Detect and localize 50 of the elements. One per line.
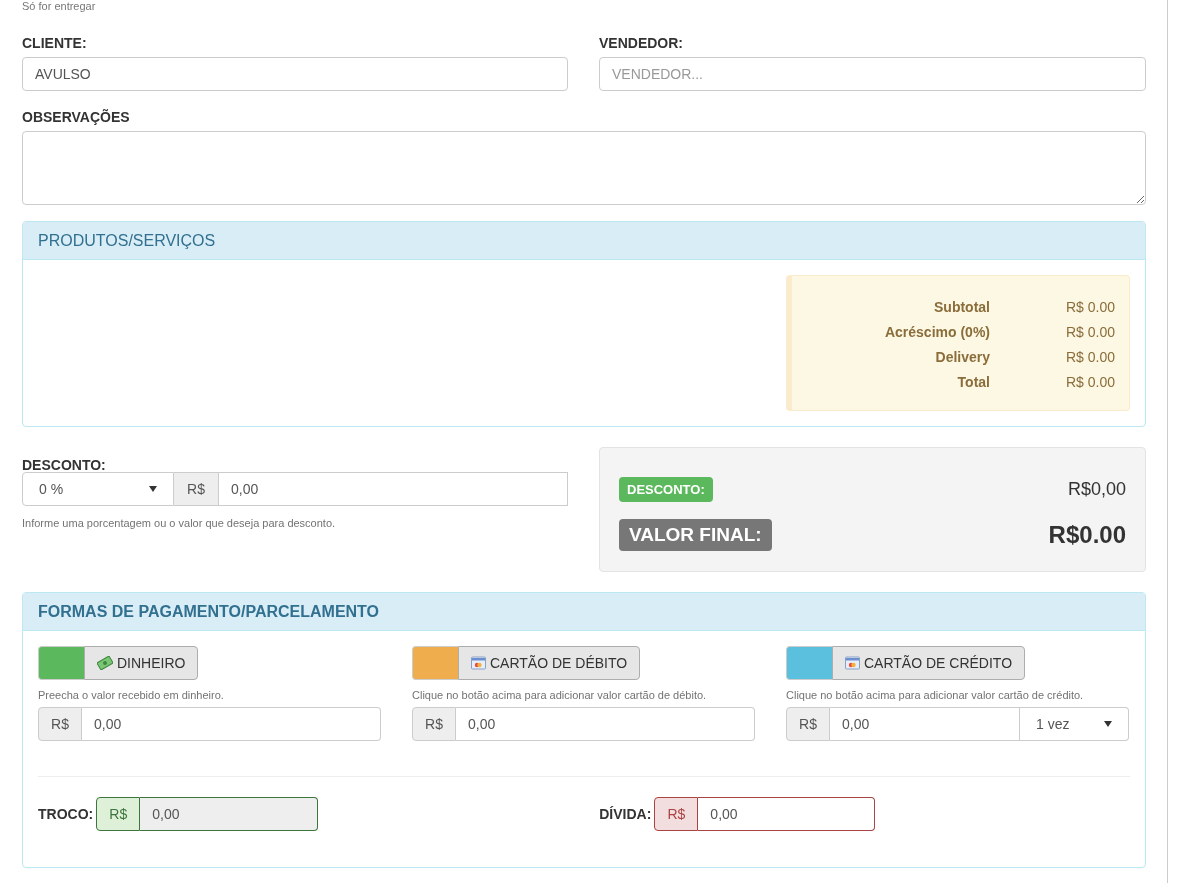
summary-value: R$ 0.00 bbox=[1065, 298, 1115, 317]
discount-amount: R$0,00 bbox=[1067, 478, 1126, 501]
currency-addon: R$ bbox=[38, 707, 82, 741]
payment-method-button[interactable]: DINHEIRO bbox=[84, 646, 199, 680]
payment-method-button[interactable]: CARTÃO DE CRÉDITO bbox=[832, 646, 1026, 680]
amount-field[interactable]: 0,00 bbox=[456, 707, 755, 741]
help-text: Preecha o valor recebido em dinheiro. bbox=[38, 688, 225, 703]
panel-title: PRODUTOS/SERVIÇOS bbox=[38, 230, 216, 251]
field-label: DESCONTO: bbox=[22, 456, 106, 472]
summary-label: Delivery bbox=[934, 348, 990, 367]
currency-addon: R$ bbox=[96, 797, 141, 831]
currency-addon: R$ bbox=[412, 707, 456, 741]
amount-field[interactable]: 0,00 bbox=[830, 707, 1020, 741]
debt-field[interactable]: 0,00 bbox=[698, 797, 876, 831]
percent-select[interactable]: 0 % bbox=[22, 472, 174, 506]
help-text: Clique no botão acima para adicionar valor cartão de débito. bbox=[412, 688, 708, 703]
currency-addon: R$ bbox=[786, 707, 830, 741]
summary-value: R$ 0.00 bbox=[1065, 348, 1115, 367]
card-icon bbox=[471, 656, 486, 670]
summary-label: Subtotal bbox=[933, 298, 990, 317]
caret-icon bbox=[149, 486, 157, 492]
delivery-note: Só for entregar bbox=[22, 0, 97, 12]
discount-field[interactable]: 0,00 bbox=[218, 472, 568, 506]
summary-value: R$ 0.00 bbox=[1065, 373, 1115, 392]
currency-addon: R$ bbox=[654, 797, 699, 831]
summary-label: Acréscimo (0%) bbox=[883, 323, 990, 342]
help-text: Informe uma porcentagem ou o valor que deseja para desconto. bbox=[22, 516, 337, 531]
currency-addon: R$ bbox=[174, 472, 218, 506]
banknote-icon bbox=[97, 656, 113, 670]
field-label: TROCO: bbox=[38, 804, 94, 824]
notes-field[interactable] bbox=[22, 131, 1146, 205]
card-icon bbox=[845, 656, 860, 670]
summary-label: Total bbox=[956, 373, 990, 392]
payment-method-button[interactable]: CARTÃO DE DÉBITO bbox=[458, 646, 641, 680]
client-field[interactable]: AVULSO bbox=[22, 57, 568, 91]
installments-select[interactable]: 1 vez bbox=[1020, 707, 1129, 741]
field-label: DÍVIDA: bbox=[599, 804, 652, 824]
field-label: VENDEDOR: bbox=[599, 34, 684, 53]
field-label: CLIENTE: bbox=[22, 34, 88, 53]
amount-field[interactable]: 0,00 bbox=[82, 707, 381, 741]
field-label: OBSERVAÇÕES bbox=[22, 108, 130, 127]
change-field[interactable]: 0,00 bbox=[140, 797, 319, 831]
final-value-badge: VALOR FINAL: bbox=[619, 518, 772, 552]
panel-title: FORMAS DE PAGAMENTO/PARCELAMENTO bbox=[38, 601, 380, 622]
help-text: Clique no botão acima para adicionar valor cartão de crédito. bbox=[786, 688, 1085, 703]
final-amount: R$0.00 bbox=[1048, 520, 1126, 550]
summary-value: R$ 0.00 bbox=[1065, 323, 1115, 342]
discount-badge: DESCONTO: bbox=[619, 476, 713, 503]
caret-icon bbox=[1104, 721, 1112, 727]
seller-field[interactable]: VENDEDOR... bbox=[599, 57, 1146, 91]
